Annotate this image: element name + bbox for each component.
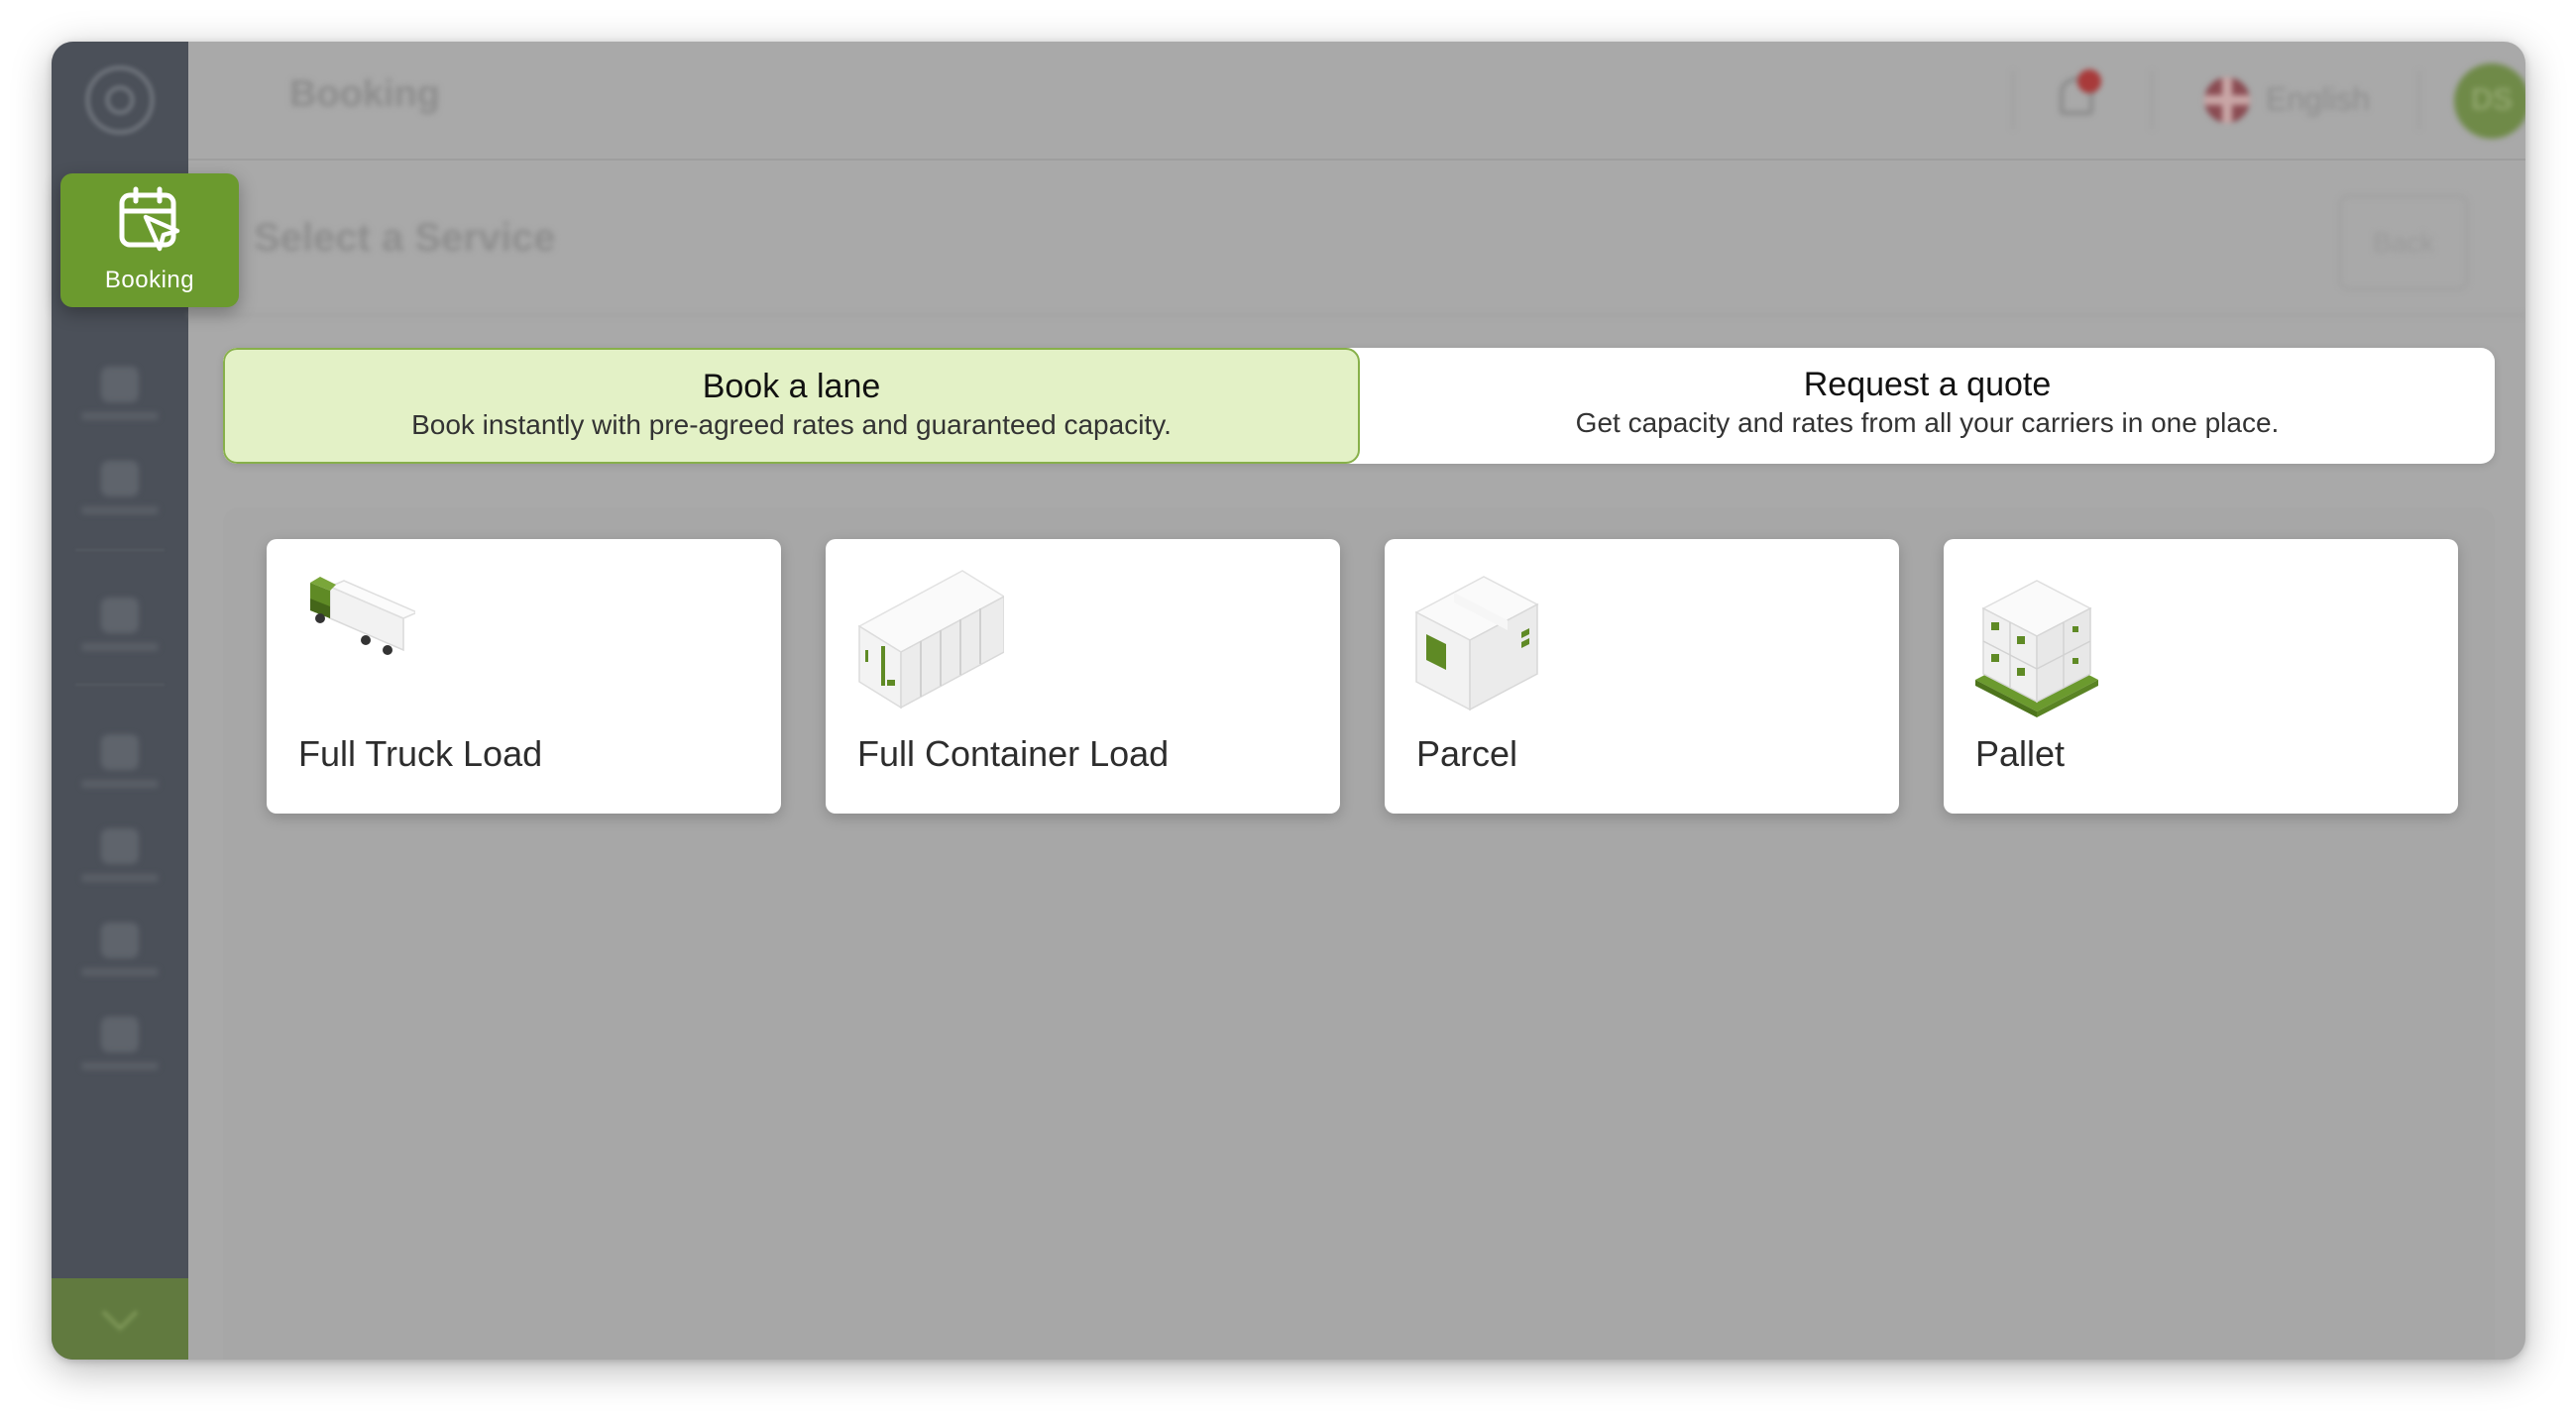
chevron-down-icon — [101, 1294, 139, 1332]
tab-title: Request a quote — [1803, 366, 2052, 403]
calendar-pointer-icon — [119, 186, 180, 252]
parcel-box-icon — [1414, 576, 1539, 711]
booking-mode-toggle: Book a lane Book instantly with pre-agre… — [223, 348, 2495, 464]
service-card-parcel[interactable]: Parcel — [1385, 539, 1899, 814]
tab-title: Book a lane — [702, 368, 881, 405]
book-icon — [101, 923, 139, 958]
container-icon — [857, 570, 1004, 710]
sidebar-item-label: Booking — [104, 267, 195, 293]
sidebar-collapse-button[interactable] — [52, 1278, 188, 1360]
sidebar-item-kpis[interactable] — [52, 455, 188, 524]
tab-request-a-quote[interactable]: Request a quote Get capacity and rates f… — [1360, 348, 2495, 464]
page-title: Booking — [289, 73, 440, 115]
document-icon — [101, 734, 139, 770]
tab-book-a-lane[interactable]: Book a lane Book instantly with pre-agre… — [223, 348, 1360, 464]
uk-flag-icon[interactable] — [2204, 77, 2250, 123]
sidebar-item-address-book[interactable] — [52, 917, 188, 986]
logo-icon — [85, 65, 155, 135]
settings-icon — [101, 1017, 139, 1052]
file-icon — [101, 828, 139, 864]
home-icon — [101, 367, 139, 402]
sidebar-item-home[interactable] — [52, 361, 188, 430]
service-card-full-container-load[interactable]: Full Container Load — [826, 539, 1340, 814]
service-label: Full Truck Load — [298, 733, 543, 774]
section-title: Select a Service — [254, 216, 556, 260]
language-selector[interactable]: English — [2266, 81, 2370, 118]
service-label: Pallet — [1975, 733, 2066, 774]
trips-icon — [101, 598, 139, 633]
truck-icon — [310, 577, 415, 655]
back-button[interactable]: Back — [2339, 195, 2468, 290]
sidebar-item-booking[interactable]: Booking — [60, 173, 239, 307]
pallet-icon — [1975, 580, 2098, 717]
service-label: Parcel — [1416, 733, 1518, 774]
top-header: Booking English DS — [188, 42, 2525, 161]
service-card-full-truck-load[interactable]: Full Truck Load — [267, 539, 781, 814]
sidebar-item-trips[interactable] — [52, 592, 188, 661]
app-window: Booking English DS Select a Service Back… — [52, 42, 2525, 1360]
tab-description: Get capacity and rates from all your car… — [1575, 407, 2280, 438]
notification-badge — [2077, 69, 2101, 93]
sidebar-item-settings[interactable] — [52, 1011, 188, 1080]
sidebar-item-documents[interactable] — [52, 728, 188, 798]
avatar[interactable]: DS — [2454, 63, 2525, 139]
sidebar-item-files[interactable] — [52, 822, 188, 892]
service-label: Full Container Load — [857, 733, 1170, 774]
chart-icon — [101, 461, 139, 496]
service-card-pallet[interactable]: Pallet — [1944, 539, 2458, 814]
tab-description: Book instantly with pre-agreed rates and… — [411, 409, 1172, 440]
